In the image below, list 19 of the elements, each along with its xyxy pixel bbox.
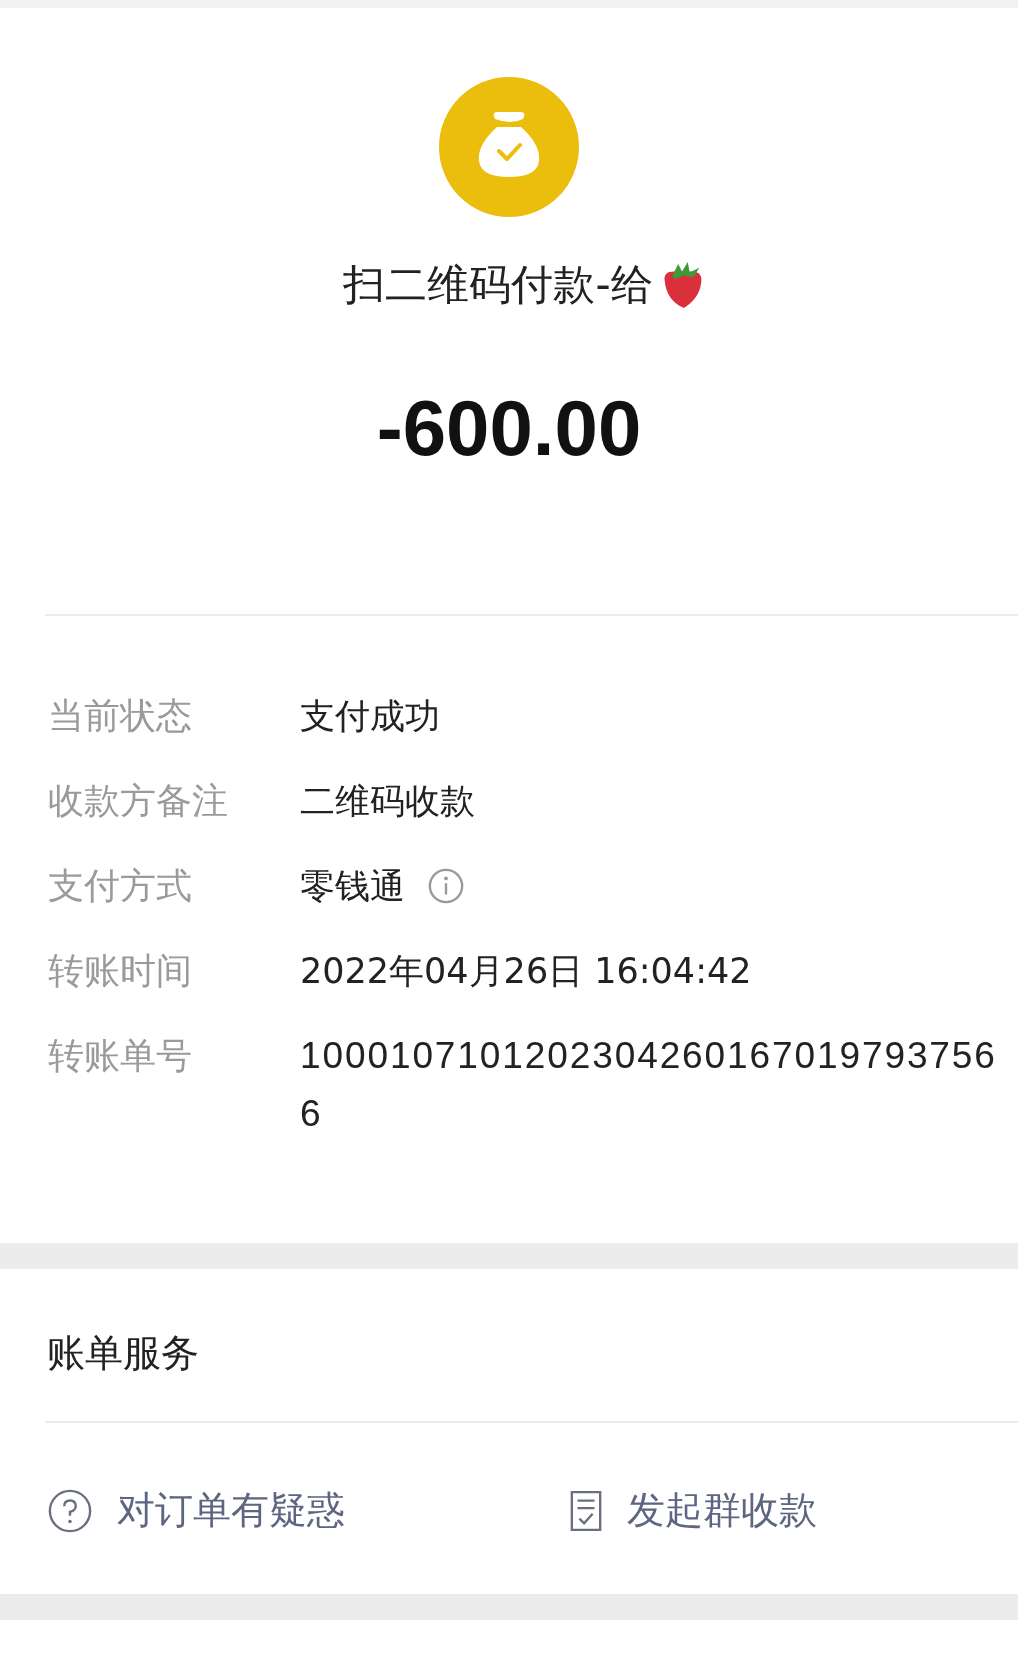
payment-title: 扫二维码付款-给 [343, 259, 653, 311]
question-icon [47, 1487, 93, 1534]
detail-value: 零钱通 [300, 865, 405, 908]
detail-value: 10001071012023042601670197937566 [300, 1034, 998, 1136]
detail-label: 支付方式 [48, 864, 193, 908]
action-link[interactable]: 对订单有疑惑 [47, 1485, 569, 1536]
detail-label: 当前状态 [48, 694, 193, 738]
section-title: 账单服务 [46, 1330, 200, 1377]
info-icon[interactable] [427, 867, 465, 905]
payment-amount: -600.00 [376, 383, 642, 474]
action-link[interactable]: 发起群收款 [569, 1485, 817, 1536]
checklist-icon [569, 1488, 603, 1533]
detail-value: 二维码收款 [300, 780, 475, 823]
detail-value: 支付成功 [300, 695, 440, 738]
detail-label: 转账单号 [48, 1034, 193, 1078]
detail-label: 转账时间 [48, 949, 193, 993]
detail-label: 收款方备注 [48, 779, 229, 823]
money-bag-icon [439, 77, 579, 217]
detail-value: 2022年04月26日 16:04:42 [300, 950, 752, 993]
